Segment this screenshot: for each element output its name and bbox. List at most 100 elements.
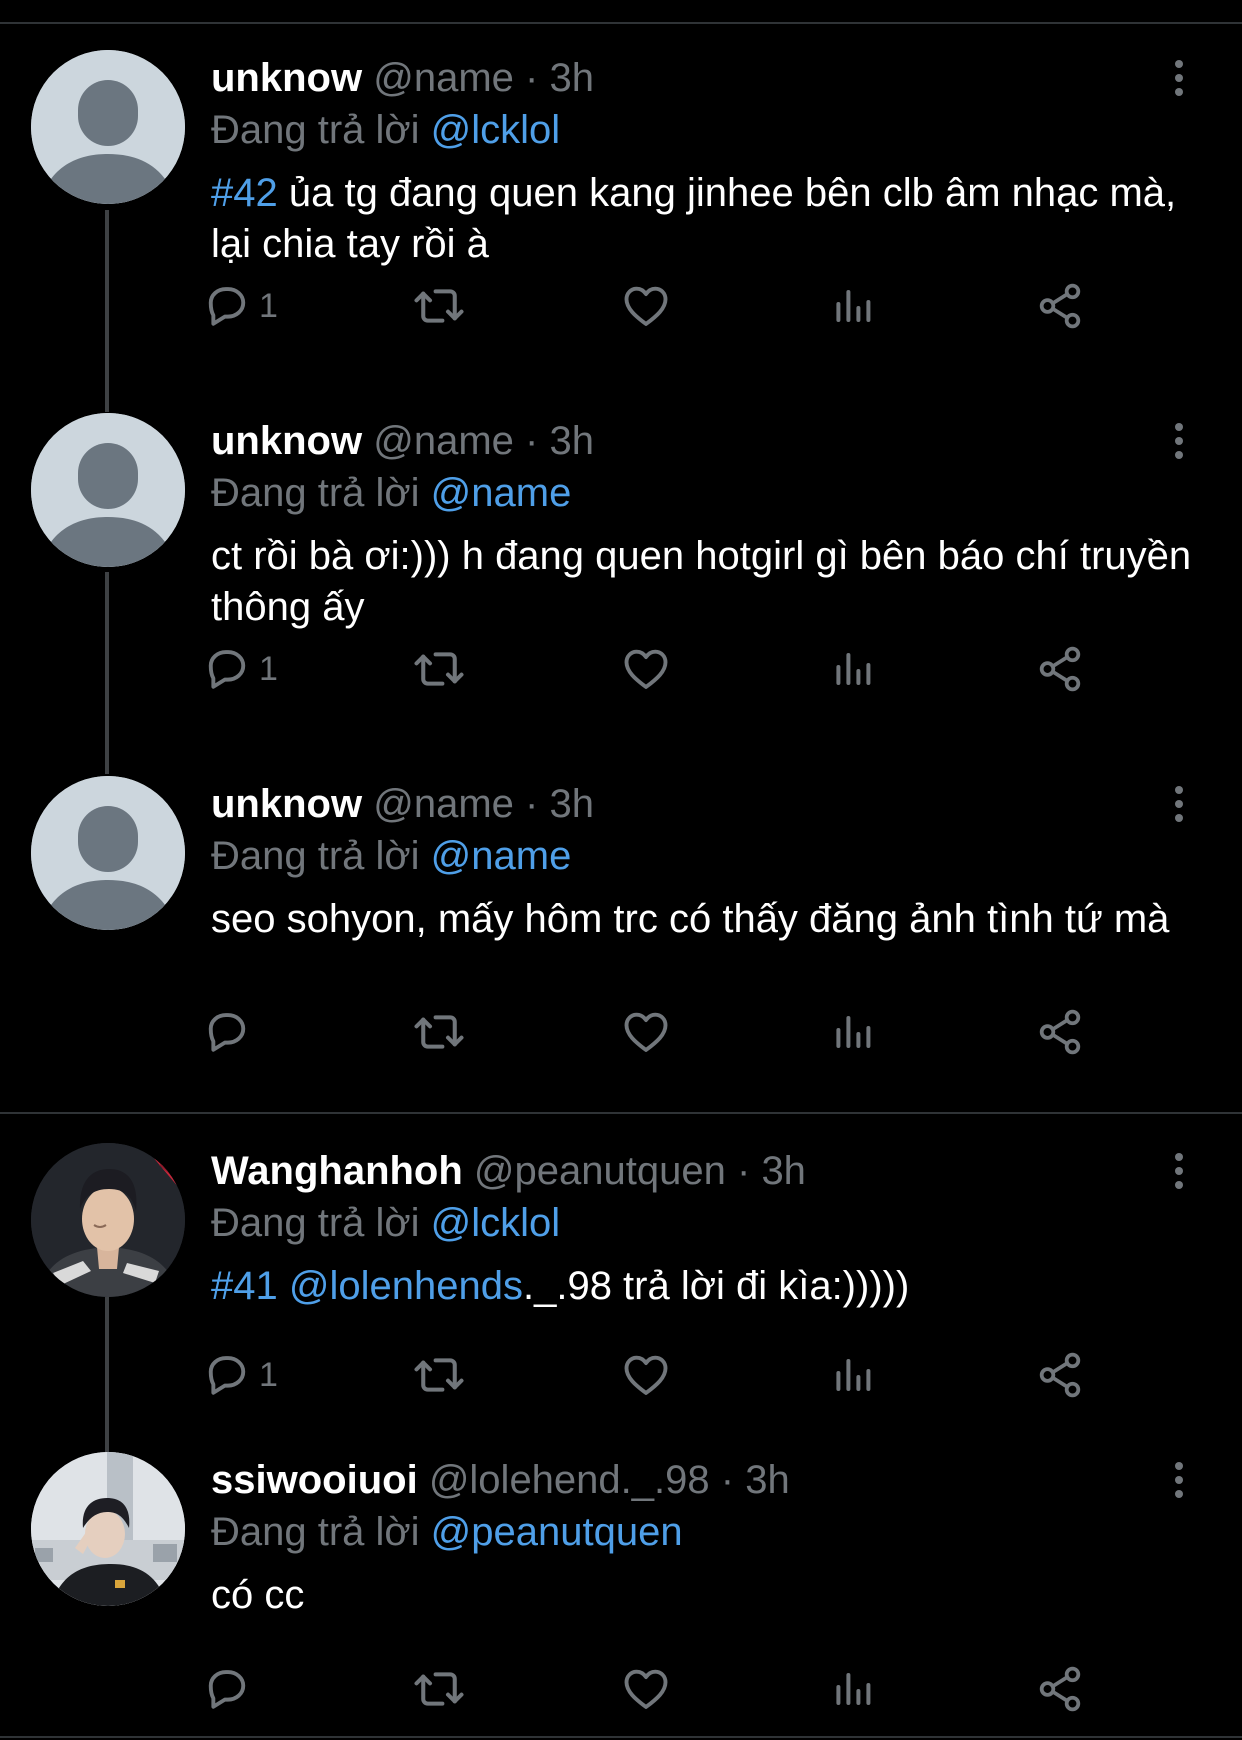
thread-divider [0, 1112, 1242, 1114]
replying-label: Đang trả lời [211, 471, 420, 515]
tweet-text: có cc [211, 1570, 1221, 1621]
timestamp[interactable]: 3h [549, 56, 594, 100]
bar-chart-icon [830, 282, 878, 330]
like-button[interactable] [620, 1659, 672, 1719]
replying-to-mention[interactable]: @name [431, 834, 572, 878]
tweet-body: ct rồi bà ơi:))) h đang quen hotgirl gì … [211, 534, 1192, 629]
views-button[interactable] [830, 1659, 878, 1719]
tweet-header: ssiwooiuoi @lolehend._.98 · 3h [211, 1452, 790, 1508]
share-button[interactable] [1035, 639, 1085, 699]
views-button[interactable] [830, 639, 878, 699]
default-avatar[interactable] [31, 50, 185, 204]
reply-button[interactable]: 1 [201, 639, 278, 699]
share-button[interactable] [1035, 1002, 1085, 1062]
like-button[interactable] [620, 639, 672, 699]
tweet-actions: 1 [211, 639, 1111, 699]
heart-icon [620, 280, 672, 332]
tweet[interactable]: unknow @name · 3h Đang trả lời @lcklol #… [0, 50, 1242, 370]
timestamp[interactable]: 3h [549, 419, 594, 463]
hashtag-link[interactable]: #42 [211, 171, 278, 215]
retweet-button[interactable] [412, 1659, 466, 1719]
tweet-actions [211, 1659, 1111, 1719]
display-name[interactable]: Wanghanhoh [211, 1149, 463, 1193]
reply-button[interactable]: 1 [201, 276, 278, 336]
views-button[interactable] [830, 1345, 878, 1405]
default-avatar[interactable] [31, 776, 185, 930]
default-avatar[interactable] [31, 413, 185, 567]
speech-bubble-icon [201, 1663, 253, 1715]
more-options-icon[interactable] [1164, 1460, 1194, 1500]
tweet-text: ct rồi bà ơi:))) h đang quen hotgirl gì … [211, 531, 1221, 633]
replying-to: Đang trả lời @name [211, 828, 571, 884]
reply-button[interactable] [201, 1659, 259, 1719]
retweet-button[interactable] [412, 1002, 466, 1062]
tweet-actions: 1 [211, 276, 1111, 336]
separator-dot: · [736, 1149, 751, 1193]
replying-to-mention[interactable]: @peanutquen [431, 1510, 683, 1554]
tweet[interactable]: Wanghanhoh @peanutquen · 3h Đang trả lời… [0, 1143, 1242, 1433]
tweet-header: unknow @name · 3h [211, 413, 594, 469]
retweet-button[interactable] [412, 276, 466, 336]
reply-button[interactable] [201, 1002, 259, 1062]
tweet[interactable]: unknow @name · 3h Đang trả lời @name seo… [0, 776, 1242, 1096]
more-options-icon[interactable] [1164, 784, 1194, 824]
display-name[interactable]: unknow [211, 56, 362, 100]
share-icon [1035, 281, 1085, 331]
display-name[interactable]: unknow [211, 782, 362, 826]
like-button[interactable] [620, 1345, 672, 1405]
bar-chart-icon [830, 645, 878, 693]
like-button[interactable] [620, 276, 672, 336]
tweet-body: có cc [211, 1573, 305, 1617]
share-button[interactable] [1035, 276, 1085, 336]
user-handle[interactable]: @peanutquen [474, 1149, 726, 1193]
hashtag-link[interactable]: #41 [211, 1264, 278, 1308]
replying-label: Đang trả lời [211, 108, 420, 152]
retweet-icon [412, 1005, 466, 1059]
views-button[interactable] [830, 1002, 878, 1062]
retweet-button[interactable] [412, 639, 466, 699]
timestamp[interactable]: 3h [549, 782, 594, 826]
user-handle[interactable]: @name [373, 419, 514, 463]
default-person-icon [31, 776, 185, 930]
heart-icon [620, 1663, 672, 1715]
user-handle[interactable]: @name [373, 782, 514, 826]
profile-photo-avatar[interactable] [31, 1143, 185, 1297]
display-name[interactable]: unknow [211, 419, 362, 463]
tweet[interactable]: unknow @name · 3h Đang trả lời @name ct … [0, 413, 1242, 733]
speech-bubble-icon [201, 280, 253, 332]
share-button[interactable] [1035, 1659, 1085, 1719]
user-handle[interactable]: @lolehend._.98 [429, 1458, 710, 1502]
more-options-icon[interactable] [1164, 1151, 1194, 1191]
retweet-button[interactable] [412, 1345, 466, 1405]
tweet[interactable]: ssiwooiuoi @lolehend._.98 · 3h Đang trả … [0, 1452, 1242, 1732]
default-person-icon [31, 413, 185, 567]
more-options-icon[interactable] [1164, 58, 1194, 98]
timestamp[interactable]: 3h [745, 1458, 790, 1502]
tweet-actions [211, 1002, 1111, 1062]
timestamp[interactable]: 3h [761, 1149, 806, 1193]
tweet-header: unknow @name · 3h [211, 50, 594, 106]
mention-link[interactable]: @lolenhends [278, 1264, 523, 1308]
reply-count: 1 [259, 649, 278, 688]
tweet-text: #41 @lolenhends._.98 trả lời đi kìa:))))… [211, 1261, 1221, 1312]
like-button[interactable] [620, 1002, 672, 1062]
speech-bubble-icon [201, 1349, 253, 1401]
display-name[interactable]: ssiwooiuoi [211, 1458, 418, 1502]
replying-label: Đang trả lời [211, 834, 420, 878]
profile-photo-avatar[interactable] [31, 1452, 185, 1606]
reply-button[interactable]: 1 [201, 1345, 278, 1405]
replying-to-mention[interactable]: @name [431, 471, 572, 515]
user-handle[interactable]: @name [373, 56, 514, 100]
reply-count: 1 [259, 286, 278, 325]
replying-to-mention[interactable]: @lcklol [431, 1201, 561, 1245]
separator-dot: · [525, 782, 539, 826]
tweet-header: Wanghanhoh @peanutquen · 3h [211, 1143, 806, 1199]
bar-chart-icon [830, 1665, 878, 1713]
views-button[interactable] [830, 276, 878, 336]
retweet-icon [412, 642, 466, 696]
bottom-divider [0, 1736, 1242, 1738]
more-options-icon[interactable] [1164, 421, 1194, 461]
share-button[interactable] [1035, 1345, 1085, 1405]
bar-chart-icon [830, 1008, 878, 1056]
replying-to-mention[interactable]: @lcklol [431, 108, 561, 152]
